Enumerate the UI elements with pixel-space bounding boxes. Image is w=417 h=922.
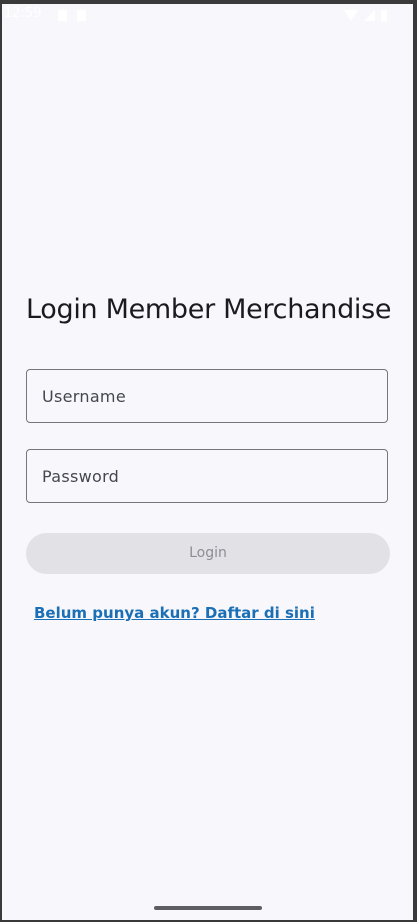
status-time: 12:59 xyxy=(4,6,42,21)
register-link[interactable]: Belum punya akun? Daftar di sini xyxy=(34,604,315,622)
battery-icon xyxy=(381,10,387,21)
status-bar: 12:59 xyxy=(2,4,413,28)
app-notification-icon xyxy=(77,10,86,21)
username-field[interactable] xyxy=(26,369,388,423)
home-indicator[interactable] xyxy=(154,906,262,910)
username-input[interactable] xyxy=(27,370,387,422)
status-system-icons xyxy=(344,10,387,21)
app-screen: 12:59 Login Member Merchandise Login Bel… xyxy=(2,4,413,920)
password-input[interactable] xyxy=(27,450,387,502)
page-title: Login Member Merchandise xyxy=(26,294,392,325)
wifi-icon xyxy=(344,10,358,21)
status-notification-icons xyxy=(58,10,86,21)
login-button[interactable]: Login xyxy=(26,533,390,574)
app-notification-icon xyxy=(58,10,67,21)
signal-icon xyxy=(364,10,375,21)
password-field[interactable] xyxy=(26,449,388,503)
